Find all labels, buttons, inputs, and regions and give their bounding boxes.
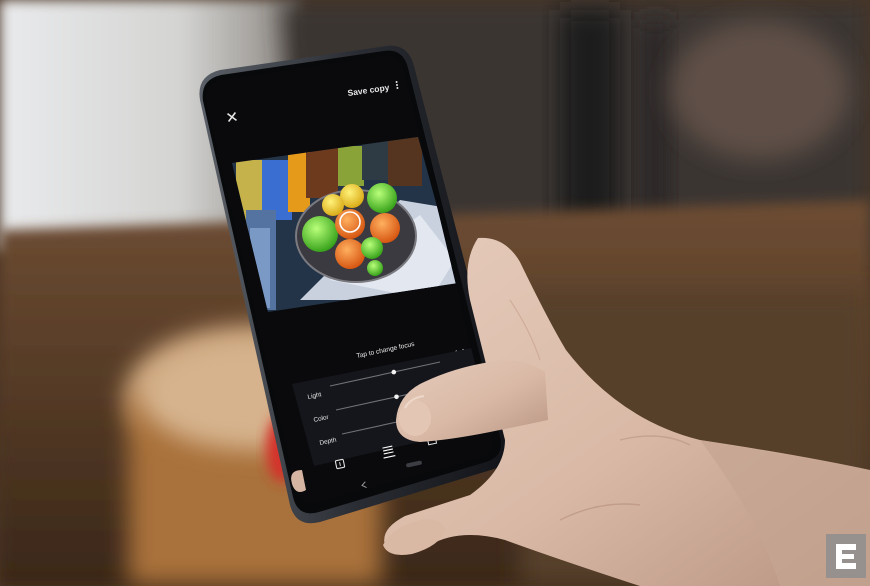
publisher-logo <box>826 534 866 578</box>
logo-mark-icon <box>826 534 866 578</box>
slider-thumb[interactable] <box>394 394 399 400</box>
photo-scene: Save copy Tap to change focus Light Colo… <box>0 0 870 586</box>
photo-canvas: Save copy Tap to change focus Light Colo… <box>0 0 870 586</box>
slider-thumb[interactable] <box>391 369 397 375</box>
